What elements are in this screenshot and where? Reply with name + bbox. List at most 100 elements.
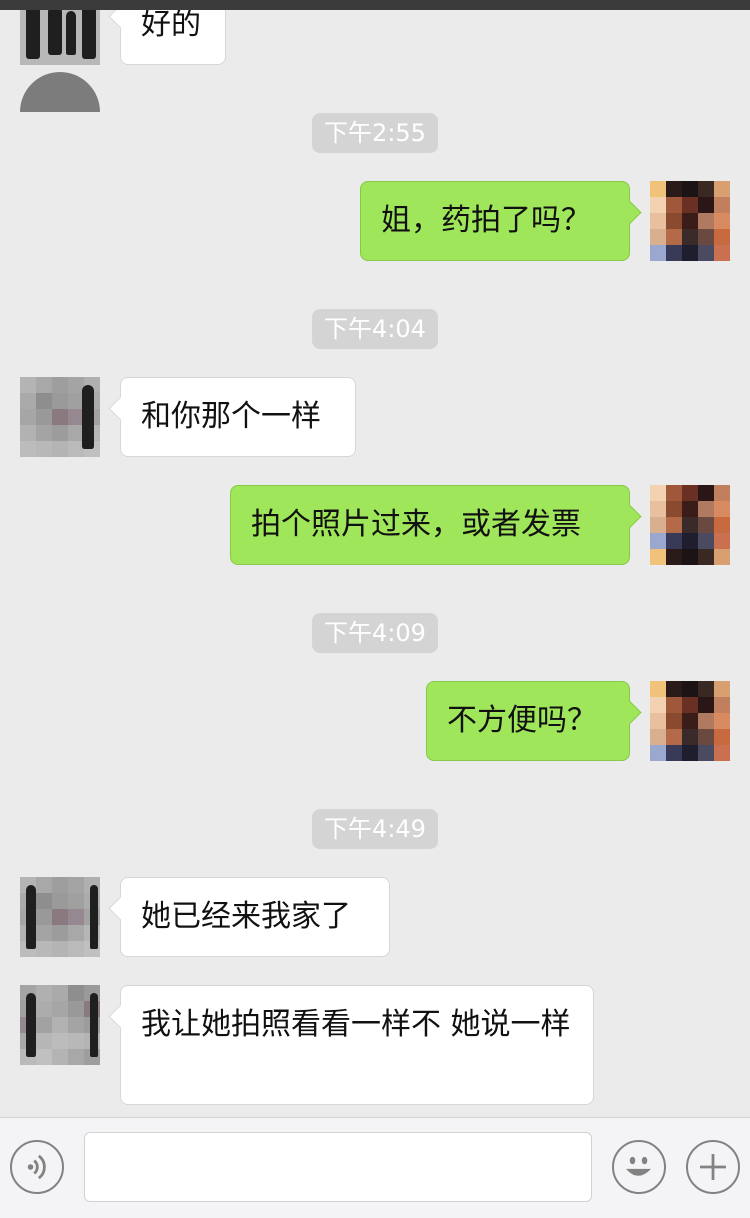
avatar-pixel	[666, 213, 682, 229]
avatar-pixel	[52, 1049, 68, 1065]
avatar-pixel	[698, 713, 714, 729]
avatar-pixel	[714, 681, 730, 697]
avatar-pixel	[666, 681, 682, 697]
message-bubble-received[interactable]: 好的	[120, 10, 226, 65]
avatar-pixel	[666, 729, 682, 745]
avatar-pixel	[666, 745, 682, 761]
avatar-pixel	[682, 229, 698, 245]
avatar-pixel	[68, 1049, 84, 1065]
avatar-pixel	[52, 893, 68, 909]
avatar-pixel	[714, 197, 730, 213]
avatar-pixel	[714, 549, 730, 565]
message-bubble-sent[interactable]: 拍个照片过来，或者发票	[230, 485, 630, 565]
message-bubble-received[interactable]: 她已经来我家了	[120, 877, 390, 957]
avatar-pixel	[68, 909, 84, 925]
avatar-pixel	[20, 425, 36, 441]
avatar-pixel	[52, 909, 68, 925]
avatar-pixel	[650, 245, 666, 261]
avatar-pixel	[52, 941, 68, 957]
avatar-pixel	[714, 533, 730, 549]
avatar-pixel	[52, 441, 68, 457]
contact-avatar[interactable]	[20, 10, 100, 65]
avatar-pixel	[650, 181, 666, 197]
message-bubble-received[interactable]: 我让她拍照看看一样不 她说一样	[120, 985, 594, 1105]
self-avatar[interactable]	[650, 681, 730, 761]
avatar-pixel	[68, 1017, 84, 1033]
avatar-pixel	[36, 941, 52, 957]
avatar-pixel	[650, 745, 666, 761]
avatar-pixel	[36, 1033, 52, 1049]
avatar-pixel	[68, 1001, 84, 1017]
avatar-pixel	[52, 925, 68, 941]
avatar-pixel	[714, 745, 730, 761]
avatar-pixel	[714, 229, 730, 245]
avatar-pixel	[682, 697, 698, 713]
avatar-pixel	[698, 745, 714, 761]
avatar-pixel	[650, 485, 666, 501]
avatar-pixel	[36, 1017, 52, 1033]
timestamp: 下午4:09	[312, 613, 438, 653]
message-bubble-received[interactable]: 和你那个一样	[120, 377, 356, 457]
avatar-pixel	[68, 985, 84, 1001]
avatar-pixel	[666, 517, 682, 533]
avatar-pixel	[682, 681, 698, 697]
avatar-pixel	[666, 229, 682, 245]
avatar-pixel	[68, 925, 84, 941]
message-bubble-sent[interactable]: 姐，药拍了吗？	[360, 181, 630, 261]
message-bubble-sent[interactable]: 不方便吗？	[426, 681, 630, 761]
avatar-pixel	[666, 245, 682, 261]
avatar-pixel	[650, 713, 666, 729]
avatar-pixel	[698, 181, 714, 197]
avatar-pixel	[698, 533, 714, 549]
timestamp: 下午4:04	[312, 309, 438, 349]
avatar-pixel	[36, 985, 52, 1001]
avatar-pixel	[666, 181, 682, 197]
avatar-pixel	[36, 893, 52, 909]
contact-avatar[interactable]	[20, 985, 100, 1065]
avatar-pixel	[714, 729, 730, 745]
avatar-pixel	[20, 377, 36, 393]
avatar-pixel	[36, 1049, 52, 1065]
avatar-pixel	[666, 713, 682, 729]
avatar-pixel	[682, 245, 698, 261]
emoji-icon[interactable]	[612, 1140, 666, 1194]
avatar-pixel	[698, 729, 714, 745]
avatar-pixel	[714, 485, 730, 501]
avatar-pixel	[650, 729, 666, 745]
avatar-pixel	[714, 245, 730, 261]
avatar-pixel	[666, 197, 682, 213]
status-bar	[0, 0, 750, 10]
plus-icon[interactable]	[686, 1140, 740, 1194]
avatar-pixel	[666, 549, 682, 565]
avatar-pixel	[68, 1033, 84, 1049]
avatar-pixel	[682, 181, 698, 197]
avatar-pixel	[52, 425, 68, 441]
avatar-pixel	[698, 697, 714, 713]
avatar-pixel	[68, 877, 84, 893]
voice-icon[interactable]	[10, 1140, 64, 1194]
avatar-pixel	[52, 393, 68, 409]
avatar-pixel	[36, 909, 52, 925]
avatar-pixel	[650, 681, 666, 697]
avatar-pixel	[682, 197, 698, 213]
contact-avatar[interactable]	[20, 877, 100, 957]
avatar-pixel	[698, 197, 714, 213]
self-avatar[interactable]	[650, 485, 730, 565]
avatar-pixel	[36, 877, 52, 893]
self-avatar[interactable]	[650, 181, 730, 261]
avatar-pixel	[698, 501, 714, 517]
chat-area[interactable]: 好的 下午2:55 姐，药拍了吗？ 下午4:04 和你那个一样 拍个照片过来，或…	[0, 10, 750, 1117]
contact-avatar[interactable]	[20, 377, 100, 457]
avatar-pixel	[36, 925, 52, 941]
message-input[interactable]	[84, 1132, 592, 1202]
avatar-pixel	[682, 533, 698, 549]
avatar-pixel	[36, 393, 52, 409]
avatar-pixel	[650, 533, 666, 549]
avatar-pixel	[666, 501, 682, 517]
avatar-pixel	[52, 377, 68, 393]
avatar-pixel	[52, 1017, 68, 1033]
avatar-pixel	[682, 745, 698, 761]
avatar-pixel	[682, 485, 698, 501]
avatar-pixel	[52, 409, 68, 425]
avatar-pixel	[36, 409, 52, 425]
